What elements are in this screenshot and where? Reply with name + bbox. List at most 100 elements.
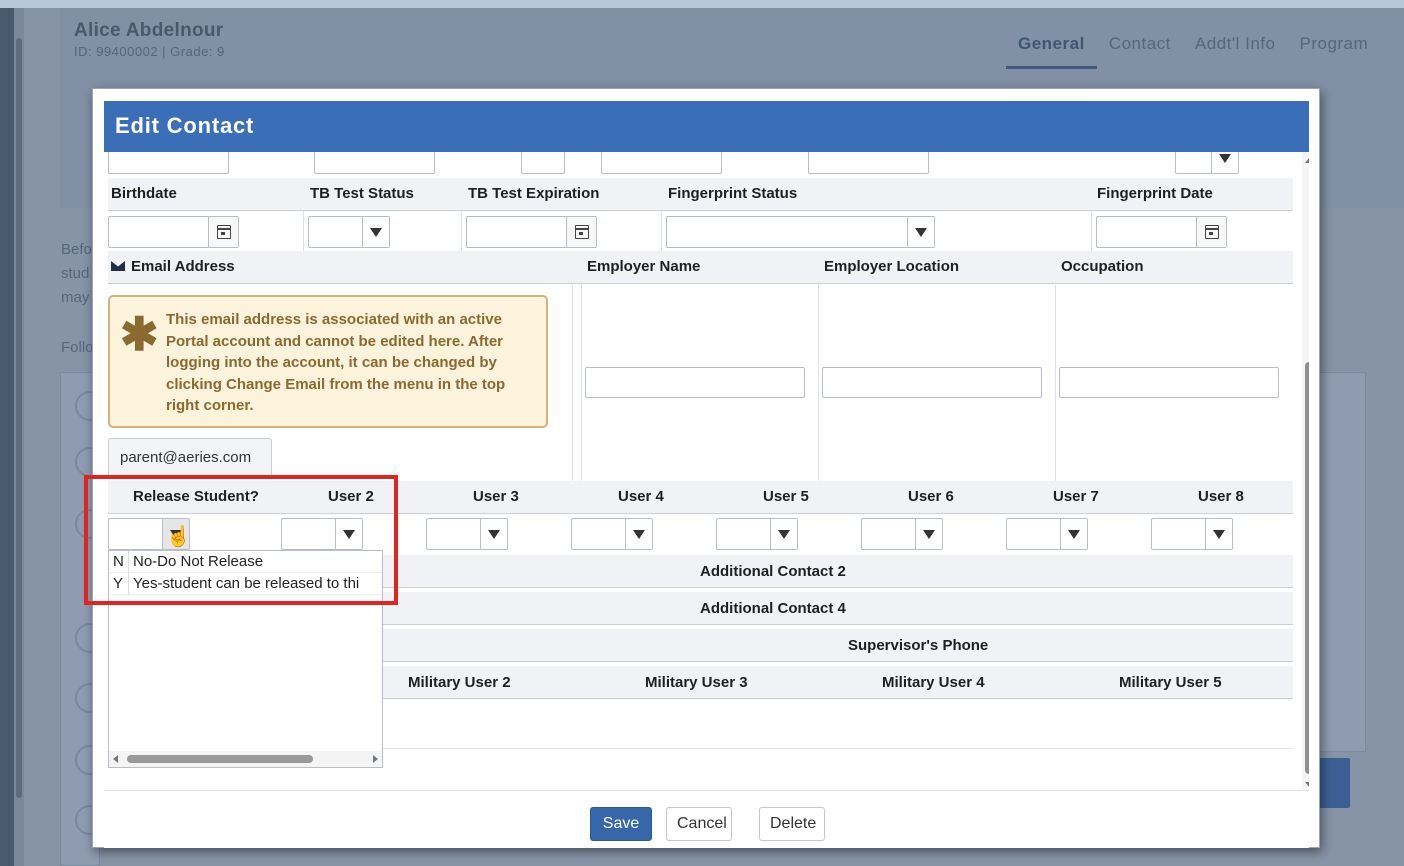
user3-select[interactable] xyxy=(426,518,508,550)
employer-location-label: Employer Location xyxy=(824,258,960,275)
military-user-5-label: Military User 5 xyxy=(1119,674,1222,691)
chevron-down-icon[interactable] xyxy=(480,519,507,549)
employer-name-field[interactable] xyxy=(585,367,805,398)
tab-program[interactable]: Program xyxy=(1287,32,1380,69)
birthdate-field[interactable] xyxy=(108,216,239,248)
delete-button[interactable]: Delete xyxy=(759,807,825,841)
user8-select[interactable] xyxy=(1151,518,1233,550)
chevron-down-icon[interactable] xyxy=(915,519,942,549)
chevron-down-icon[interactable] xyxy=(625,519,652,549)
military-user-2-label: Military User 2 xyxy=(408,674,511,691)
column-divider xyxy=(661,211,662,253)
employer-name-label: Employer Name xyxy=(587,258,701,275)
email-value: parent@aeries.com xyxy=(108,438,272,478)
modal-vertical-scrollbar[interactable] xyxy=(1302,152,1309,790)
column-divider xyxy=(303,211,304,253)
left-scrollbar-thumb xyxy=(16,38,22,798)
military-user-4-label: Military User 4 xyxy=(882,674,985,691)
user6-label: User 6 xyxy=(908,488,954,505)
calendar-button[interactable] xyxy=(566,217,596,247)
column-divider xyxy=(818,285,819,481)
user6-select[interactable] xyxy=(861,518,943,550)
red-highlight-box xyxy=(84,475,398,605)
user3-label: User 3 xyxy=(473,488,519,505)
edit-contact-modal: Edit Contact Birthdate TB Test Status TB… xyxy=(92,88,1320,848)
dropdown-horizontal-scrollbar[interactable] xyxy=(109,751,382,767)
background-left-text: Befo stud may Follo xyxy=(61,238,94,360)
warning-text: This email address is associated with an… xyxy=(166,311,506,414)
scrollbar-thumb[interactable] xyxy=(127,755,313,763)
left-sidebar xyxy=(0,8,14,866)
fingerprint-status-label: Fingerprint Status xyxy=(668,185,798,202)
user7-label: User 7 xyxy=(1053,488,1099,505)
student-name: Alice Abdelnour xyxy=(74,20,224,41)
tb-status-select[interactable] xyxy=(308,216,390,248)
modal-title: Edit Contact xyxy=(104,101,1309,152)
occupation-label: Occupation xyxy=(1061,258,1144,275)
save-button[interactable]: Save xyxy=(590,807,652,841)
partial-field[interactable] xyxy=(521,152,565,174)
occupation-field[interactable] xyxy=(1059,367,1279,398)
chevron-down-icon[interactable] xyxy=(1211,152,1238,173)
top-strip xyxy=(0,0,1404,8)
partial-field[interactable] xyxy=(314,152,435,174)
student-id-grade: ID: 99400002 | Grade: 9 xyxy=(74,44,225,59)
chevron-down-icon[interactable] xyxy=(770,519,797,549)
calendar-button[interactable] xyxy=(1196,217,1226,247)
bg-text-line: Befo xyxy=(61,241,92,258)
background-tabs: General Contact Addt'l Info Program xyxy=(1006,32,1380,69)
fingerprint-date-label: Fingerprint Date xyxy=(1097,185,1213,202)
fingerprint-date-field[interactable] xyxy=(1096,216,1227,248)
partial-field[interactable] xyxy=(601,152,722,174)
email-label-text: Email Address xyxy=(131,258,235,275)
column-divider xyxy=(581,285,582,481)
partial-field-row xyxy=(108,152,1293,174)
military-user-3-label: Military User 3 xyxy=(645,674,748,691)
scroll-right-icon[interactable] xyxy=(373,755,378,763)
tab-addtl-info[interactable]: Addt'l Info xyxy=(1183,32,1288,69)
user7-select[interactable] xyxy=(1006,518,1088,550)
column-divider xyxy=(461,211,462,253)
chevron-down-icon[interactable] xyxy=(907,217,934,247)
additional-contact-2-label: Additional Contact 2 xyxy=(700,563,846,580)
tab-general[interactable]: General xyxy=(1006,32,1097,69)
bg-text-line: stud xyxy=(61,265,90,282)
calendar-icon xyxy=(575,225,589,239)
tb-expiration-label: TB Test Expiration xyxy=(468,185,600,202)
tb-status-label: TB Test Status xyxy=(310,185,414,202)
tab-contact[interactable]: Contact xyxy=(1097,32,1183,69)
partial-field[interactable] xyxy=(108,152,229,174)
supervisor-phone-label: Supervisor's Phone xyxy=(848,637,989,654)
chevron-down-icon[interactable] xyxy=(1205,519,1232,549)
scrollbar-thumb[interactable] xyxy=(1305,362,1309,774)
chevron-down-icon[interactable] xyxy=(1060,519,1087,549)
tb-expiration-field[interactable] xyxy=(466,216,597,248)
user5-select[interactable] xyxy=(716,518,798,550)
partial-field[interactable] xyxy=(808,152,929,174)
column-divider xyxy=(1055,285,1056,481)
cancel-button[interactable]: Cancel xyxy=(666,807,732,841)
user4-select[interactable] xyxy=(571,518,653,550)
user8-label: User 8 xyxy=(1198,488,1244,505)
additional-contact-4-label: Additional Contact 4 xyxy=(700,600,846,617)
bg-text-line: Follo xyxy=(61,339,94,356)
column-divider xyxy=(572,285,573,481)
calendar-button[interactable] xyxy=(208,217,238,247)
left-scrollbar xyxy=(14,8,24,866)
user5-label: User 5 xyxy=(763,488,809,505)
asterisk-icon: ✱ xyxy=(120,308,159,360)
employer-location-field[interactable] xyxy=(822,367,1042,398)
envelope-icon xyxy=(111,261,125,271)
modal-content: Birthdate TB Test Status TB Test Expirat… xyxy=(104,152,1309,790)
chevron-down-icon[interactable] xyxy=(362,217,389,247)
fingerprint-status-select[interactable] xyxy=(666,216,935,248)
email-label: Email Address xyxy=(111,258,235,275)
scroll-up-icon[interactable] xyxy=(1305,158,1309,163)
modal-footer: Save Cancel Delete xyxy=(104,790,1309,848)
scroll-left-icon[interactable] xyxy=(113,755,118,763)
partial-select[interactable] xyxy=(1175,152,1239,174)
row2-headers: Email Address Employer Name Employer Loc… xyxy=(108,251,1293,284)
calendar-icon xyxy=(217,225,231,239)
portal-email-warning: ✱ This email address is associated with … xyxy=(108,295,548,428)
scroll-down-icon[interactable] xyxy=(1305,782,1309,787)
